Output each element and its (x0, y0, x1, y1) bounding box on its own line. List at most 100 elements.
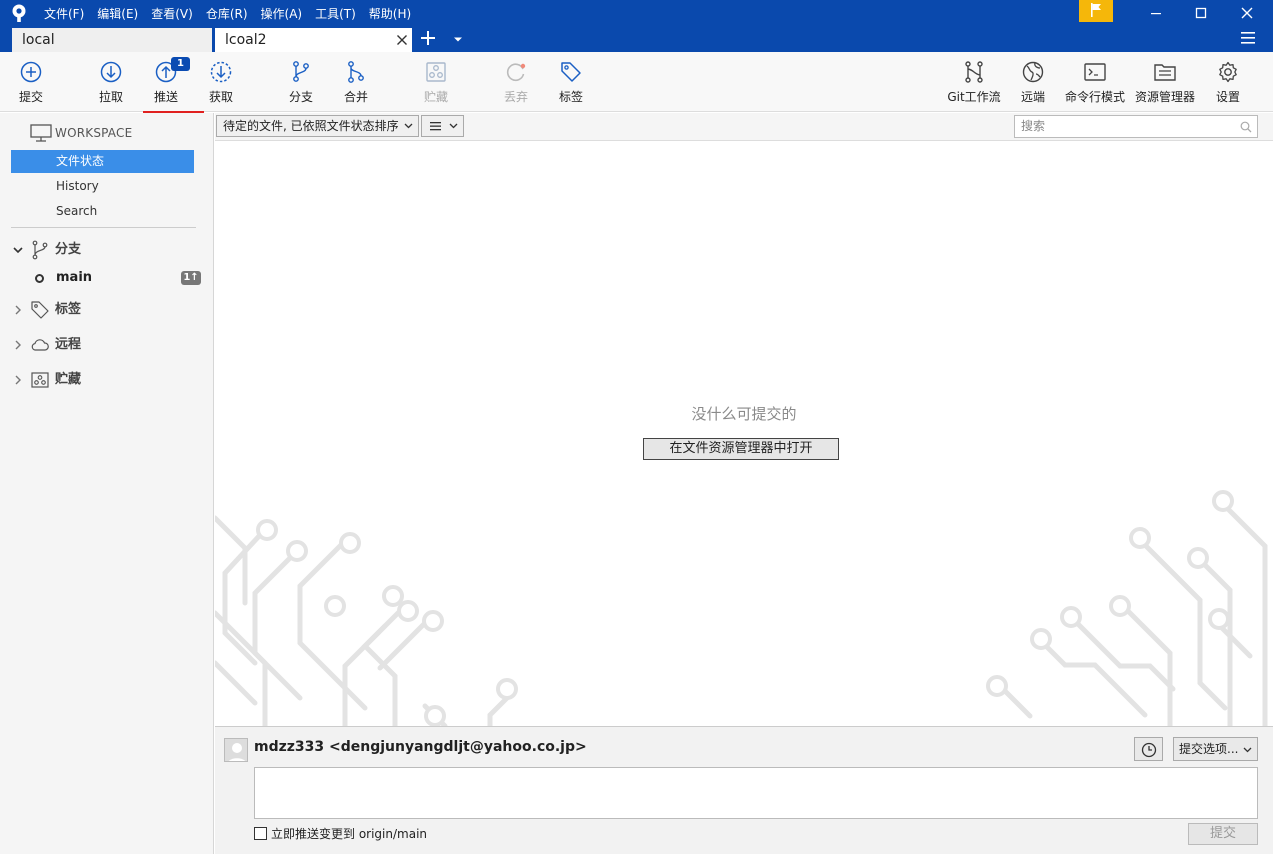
menu-view[interactable]: 查看(V) (151, 5, 193, 22)
branch-button[interactable]: 分支 (276, 52, 326, 110)
menu-repository[interactable]: 仓库(R) (206, 5, 248, 22)
search-placeholder: 搜索 (1021, 119, 1046, 133)
chevron-down-icon (13, 247, 23, 254)
close-window-button[interactable] (1224, 0, 1270, 26)
sort-dropdown[interactable]: 待定的文件, 已依照文件状态排序 (216, 115, 419, 137)
stash-icon (426, 62, 446, 82)
empty-state-message: 没什么可提交的 (691, 405, 797, 423)
tab-dropdown-icon[interactable] (453, 36, 463, 44)
chevron-right-icon (15, 340, 21, 350)
minimize-icon (1151, 13, 1161, 15)
sidebar-item-history[interactable]: History (11, 175, 194, 198)
commit-submit-button[interactable]: 提交 (1188, 823, 1258, 845)
push-button[interactable]: 1 推送 (141, 52, 191, 110)
merge-label: 合并 (343, 90, 368, 104)
explorer-button[interactable]: 资源管理器 (1133, 52, 1197, 110)
menu-edit[interactable]: 编辑(E) (97, 5, 138, 22)
push-count-badge: 1 (171, 57, 190, 71)
menu-actions[interactable]: 操作(A) (261, 5, 303, 22)
remotes-label: 远程 (55, 337, 82, 352)
sidebar-group-remotes[interactable]: 远程 (10, 334, 200, 356)
commit-message-input[interactable] (254, 767, 1258, 819)
toolbar: 提交 拉取 1 推送 获取 分支 合并 贮藏 丢弃 标签 Git工作流 远端 命… (0, 52, 1273, 112)
sidebar-divider (11, 227, 196, 228)
tab-lcoal2[interactable]: lcoal2 (215, 28, 412, 52)
branch-icon (32, 240, 48, 260)
tab-local[interactable]: local (12, 28, 212, 52)
title-bar: 文件(F) 编辑(E) 查看(V) 仓库(R) 操作(A) 工具(T) 帮助(H… (0, 0, 1273, 26)
branch-icon (293, 61, 309, 82)
gitflow-icon (965, 61, 983, 83)
commit-panel: mdzz333 <dengjunyangdljt@yahoo.co.jp> 提交… (215, 726, 1273, 854)
sidebar: WORKSPACE 文件状态 History Search 分支 main 1↑… (0, 113, 214, 854)
fetch-label: 获取 (208, 90, 233, 104)
branch-name: main (56, 270, 93, 285)
terminal-icon (1084, 63, 1106, 81)
new-tab-icon[interactable] (420, 30, 436, 46)
push-label: 推送 (153, 90, 178, 104)
sidebar-group-tags[interactable]: 标签 (10, 299, 200, 321)
gitflow-button[interactable]: Git工作流 (944, 52, 1004, 110)
pull-icon (100, 61, 122, 83)
open-in-explorer-button[interactable]: 在文件资源管理器中打开 (643, 438, 839, 460)
sidebar-group-stashes[interactable]: 贮藏 (10, 369, 200, 391)
tag-label: 标签 (558, 90, 583, 104)
remote-button[interactable]: 远端 (1008, 52, 1058, 110)
push-immediately-checkbox[interactable] (254, 827, 267, 840)
user-avatar-icon (228, 743, 246, 761)
terminal-label: 命令行模式 (1064, 90, 1125, 104)
terminal-button[interactable]: 命令行模式 (1063, 52, 1127, 110)
maximize-button[interactable] (1178, 0, 1224, 26)
flag-button[interactable] (1079, 0, 1113, 22)
sidebar-item-file-status[interactable]: 文件状态 (11, 150, 194, 173)
branch-item-main[interactable]: main 1↑ (35, 268, 205, 288)
tag-button[interactable]: 标签 (546, 52, 596, 110)
menu-bar: 文件(F) 编辑(E) 查看(V) 仓库(R) 操作(A) 工具(T) 帮助(H… (44, 0, 424, 26)
avatar (224, 738, 248, 762)
tab-close-icon[interactable] (396, 34, 408, 46)
view-mode-dropdown[interactable] (421, 115, 464, 137)
commit-options-dropdown[interactable]: 提交选项... (1173, 737, 1258, 761)
globe-icon (1022, 61, 1044, 83)
settings-button[interactable]: 设置 (1203, 52, 1253, 110)
tag-icon (561, 62, 581, 82)
sidebar-group-branches[interactable]: 分支 (10, 239, 200, 261)
chevron-down-icon (404, 123, 413, 129)
monitor-icon (30, 124, 52, 142)
workspace-heading: WORKSPACE (55, 126, 133, 140)
file-status-panel: 待定的文件, 已依照文件状态排序 搜索 没什么可提交的 在文件资源管理器中打开 (215, 113, 1273, 726)
menu-file[interactable]: 文件(F) (44, 5, 84, 22)
chevron-right-icon (15, 305, 21, 315)
gitflow-label: Git工作流 (947, 90, 1001, 104)
minimize-button[interactable] (1133, 0, 1179, 26)
tag-icon (31, 301, 49, 319)
sort-dropdown-label: 待定的文件, 已依照文件状态排序 (223, 119, 399, 133)
current-branch-icon (35, 274, 44, 283)
hamburger-menu-icon[interactable] (1240, 31, 1256, 45)
flag-icon (1091, 3, 1101, 17)
settings-label: 设置 (1215, 90, 1240, 104)
commit-icon (20, 61, 42, 83)
search-input[interactable]: 搜索 (1014, 115, 1258, 138)
tab-label: local (22, 32, 55, 48)
menu-help[interactable]: 帮助(H) (369, 5, 411, 22)
commit-label: 提交 (18, 90, 43, 104)
pull-button[interactable]: 拉取 (86, 52, 136, 110)
stash-label: 贮藏 (423, 90, 448, 104)
stash-icon (31, 372, 49, 388)
remote-label: 远端 (1020, 90, 1045, 104)
fetch-button[interactable]: 获取 (196, 52, 246, 110)
menu-tools[interactable]: 工具(T) (315, 5, 356, 22)
discard-button[interactable]: 丢弃 (491, 52, 541, 110)
branches-label: 分支 (55, 242, 82, 257)
commit-toolbar-button[interactable]: 提交 (6, 52, 56, 110)
explorer-label: 资源管理器 (1134, 90, 1195, 104)
merge-icon (348, 61, 364, 83)
sidebar-item-search[interactable]: Search (11, 200, 194, 223)
merge-button[interactable]: 合并 (331, 52, 381, 110)
commit-history-button[interactable] (1134, 737, 1163, 761)
push-immediately-label: 立即推送变更到 origin/main (271, 827, 428, 841)
tags-label: 标签 (55, 302, 82, 317)
discard-icon (506, 63, 526, 82)
stash-button[interactable]: 贮藏 (411, 52, 461, 110)
